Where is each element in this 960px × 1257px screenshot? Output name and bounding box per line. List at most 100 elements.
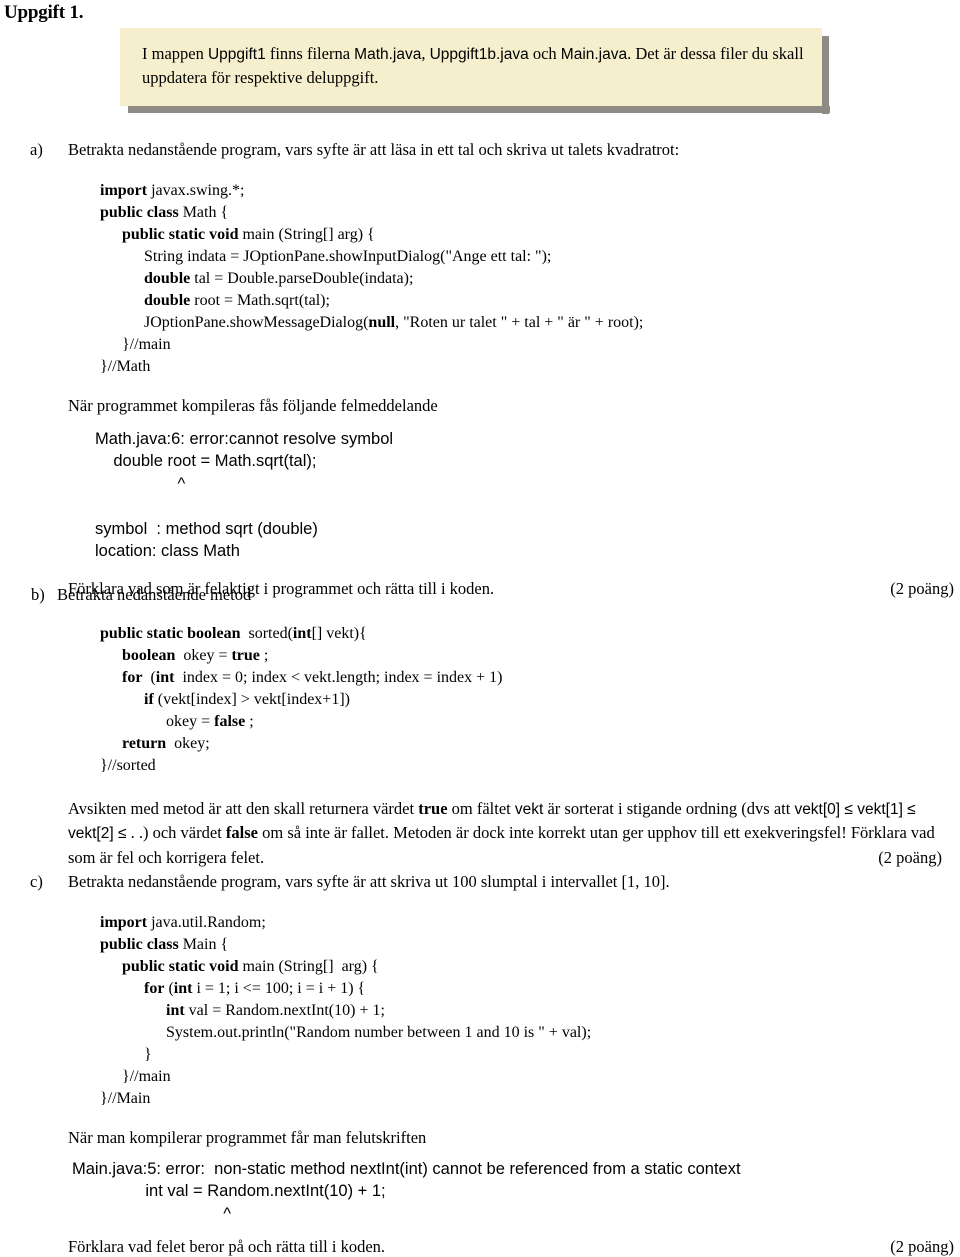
section-c-points: (2 poäng) [890, 1237, 954, 1257]
info-callout: I mappen Uppgift1 finns filerna Math.jav… [120, 28, 832, 115]
code-line: } [100, 1044, 960, 1066]
code-line: double root = Math.sqrt(tal); [100, 290, 960, 312]
section-b-explanation: Avsikten med metod är att den skall retu… [68, 797, 948, 870]
code-line: public static void main (String[] arg) { [100, 956, 960, 978]
code-keyword: public class [100, 204, 179, 221]
code-text: root = Math.sqrt(tal); [190, 292, 330, 309]
code-keyword: boolean [122, 647, 176, 664]
code-keyword: true [231, 647, 260, 664]
code-text: ; [259, 647, 269, 664]
code-line: double tal = Double.parseDouble(indata); [100, 268, 960, 290]
callout-folder-name: Uppgift1 [207, 46, 266, 63]
code-keyword: for [144, 980, 165, 997]
code-line: }//Math [100, 356, 960, 378]
code-line: public class Math { [100, 202, 960, 224]
callout-file-3: Main.java [560, 46, 628, 63]
code-text: java.util.Random; [147, 914, 266, 931]
callout-shadow-right [822, 36, 829, 115]
code-keyword: return [122, 735, 167, 752]
code-text: [] vekt){ [311, 625, 367, 642]
error-output-line [95, 495, 960, 517]
code-keyword: for [122, 669, 143, 686]
code-line: }//main [100, 1066, 960, 1088]
section-a-error-intro: När programmet kompileras fås följande f… [68, 396, 438, 415]
section-c: c) Betrakta nedanstående program, vars s… [0, 872, 960, 1257]
code-line: String indata = JOptionPane.showInputDia… [100, 246, 960, 268]
section-c-error-intro: När man kompilerar programmet får man fe… [68, 1128, 427, 1147]
code-keyword: false [214, 713, 246, 730]
code-text: }//Main [100, 1090, 151, 1107]
error-output-line: symbol : method sqrt (double) [95, 519, 318, 538]
code-keyword: public static boolean [100, 625, 241, 642]
code-text: ; [245, 713, 254, 730]
section-a: a) Betrakta nedanstående program, vars s… [0, 140, 960, 599]
code-keyword: public class [100, 936, 179, 953]
section-c-heading: c) Betrakta nedanstående program, vars s… [0, 872, 960, 892]
section-b-intro: Betrakta nedanstående metod [57, 585, 252, 604]
section-b-label: b) [31, 585, 45, 604]
code-keyword: public static void [122, 958, 239, 975]
section-a-code: import javax.swing.*; public class Math {… [100, 180, 960, 378]
code-text: okey; [166, 735, 210, 752]
code-text: main (String[] arg) { [238, 958, 379, 975]
code-keyword: int [292, 625, 312, 642]
code-line: int val = Random.nextInt(10) + 1; [100, 1000, 960, 1022]
section-a-intro: Betrakta nedanstående program, vars syft… [68, 140, 680, 159]
code-keyword: public static void [122, 226, 239, 243]
code-text: val = Random.nextInt(10) + 1; [184, 1002, 385, 1019]
code-line: for (int i = 1; i <= 100; i = i + 1) { [100, 978, 960, 1000]
document-page: Uppgift 1. I mappen Uppgift1 finns filer… [0, 0, 960, 1256]
section-b-code: public static boolean sorted(int[] vekt)… [100, 623, 960, 777]
explanation-part-3: är sorterat i stigande ordning (dvs att [543, 799, 795, 818]
code-text: i = 1; i <= 100; i = i + 1) { [192, 980, 366, 997]
section-c-code: import java.util.Random; public class Mai… [100, 912, 960, 1110]
section-c-question-line: Förklara vad felet beror på och rätta ti… [68, 1237, 960, 1257]
code-line: JOptionPane.showMessageDialog(null, "Rot… [100, 312, 960, 334]
section-c-error-output: Main.java:5: error: non-static method ne… [72, 1158, 960, 1225]
code-text: index = 0; index < vekt.length; index = … [174, 669, 503, 686]
code-text: }//main [122, 1068, 171, 1085]
code-keyword: null [368, 314, 396, 331]
explanation-part-4: . .) och värdet [126, 823, 226, 843]
keyword-false: false [225, 823, 258, 843]
callout-text-2: finns filerna [265, 44, 355, 63]
code-line: return okey; [100, 733, 960, 755]
code-keyword: int [166, 1002, 185, 1019]
code-keyword: int [155, 669, 175, 686]
code-line: if (vekt[index] > vekt[index+1]) [100, 689, 960, 711]
code-text: , "Roten ur talet " + tal + " är " + roo… [395, 314, 644, 331]
error-output-line: ^ [95, 474, 186, 493]
error-output-line: int val = Random.nextInt(10) + 1; [72, 1182, 386, 1201]
code-line: }//main [100, 334, 960, 356]
section-b-heading: b) Betrakta nedanstående metod [0, 585, 960, 605]
code-line: public class Main { [100, 934, 960, 956]
section-a-heading: a) Betrakta nedanstående program, vars s… [0, 140, 960, 160]
explanation-part-1: Avsikten med metod är att den skall retu… [68, 799, 419, 818]
code-text: Main { [178, 936, 229, 953]
code-text: } [144, 1046, 152, 1063]
explanation-part-2: om fältet [447, 799, 515, 818]
error-output-line: Main.java:5: error: non-static method ne… [72, 1160, 741, 1178]
code-text: System.out.println("Random number betwee… [166, 1024, 592, 1041]
code-text: tal = Double.parseDouble(indata); [190, 270, 414, 287]
code-text: ( [142, 669, 156, 686]
code-line: import java.util.Random; [100, 912, 960, 934]
code-line: boolean okey = true ; [100, 645, 960, 667]
callout-sep-2: och [528, 44, 561, 63]
code-keyword: int [173, 980, 193, 997]
page-title: Uppgift 1. [4, 2, 84, 23]
callout-text-1: I mappen [142, 44, 208, 63]
code-text: javax.swing.*; [147, 182, 245, 199]
code-line: }//Main [100, 1088, 960, 1110]
code-text: main (String[] arg) { [238, 226, 375, 243]
section-a-label: a) [30, 140, 43, 159]
callout-file-2: Uppgift1b.java [429, 46, 529, 63]
code-line: okey = false ; [100, 711, 960, 733]
code-text: okey = [175, 647, 232, 664]
code-line: System.out.println("Random number betwee… [100, 1022, 960, 1044]
error-output-line: double root = Math.sqrt(tal); [95, 452, 317, 471]
code-text: String indata = JOptionPane.showInputDia… [144, 248, 552, 265]
section-a-error-output: Math.java:6: error:cannot resolve symbol… [95, 428, 960, 563]
code-line: }//sorted [100, 755, 960, 777]
keyword-true: true [418, 799, 448, 818]
